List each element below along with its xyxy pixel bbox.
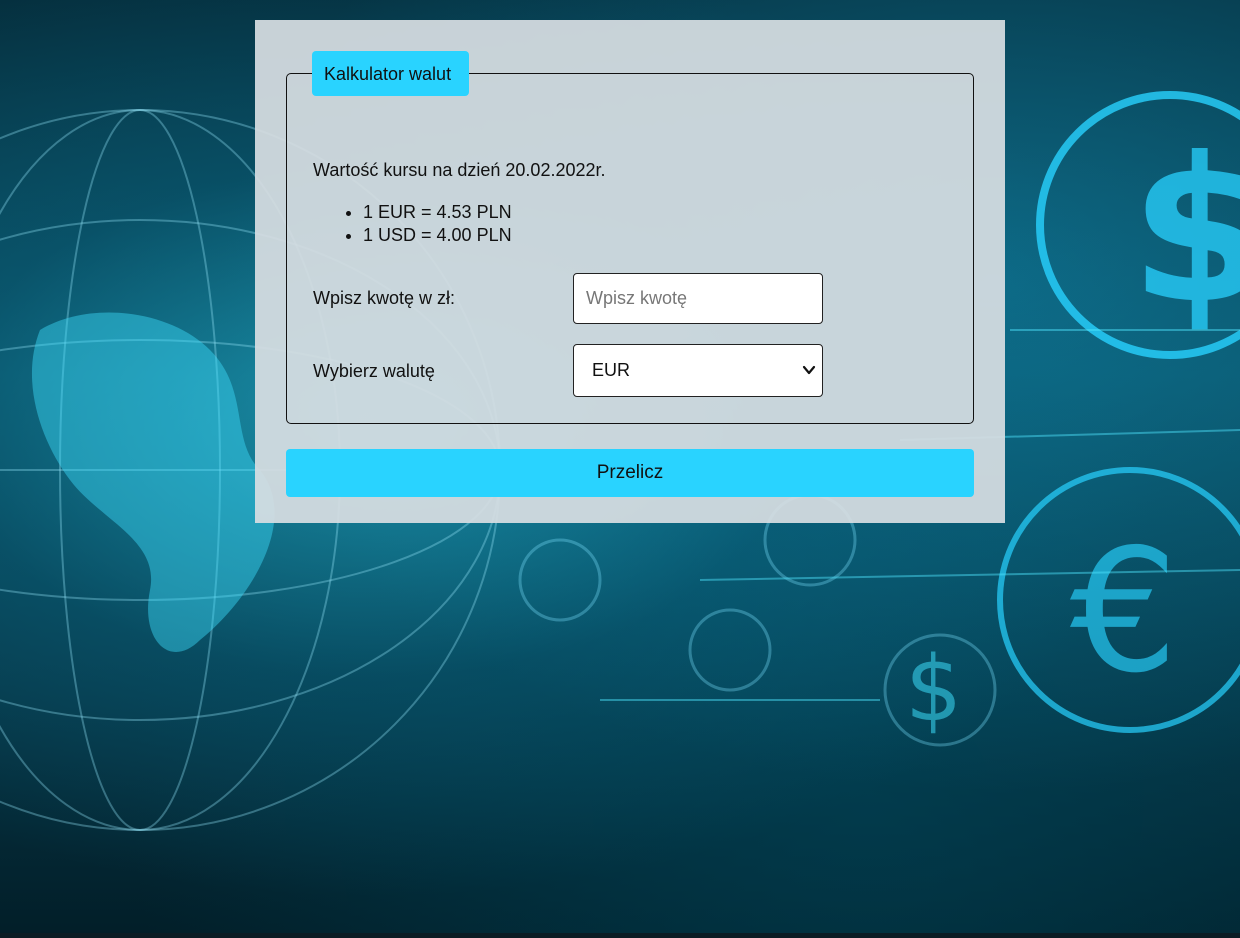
svg-text:€: € — [1070, 513, 1178, 711]
calculator-panel: Kalkulator walut Wartość kursu na dzień … — [255, 20, 1005, 523]
rate-eur: 1 EUR = 4.53 PLN — [363, 201, 512, 224]
rate-usd: 1 USD = 4.00 PLN — [363, 224, 512, 247]
rate-date-text: Wartość kursu na dzień 20.02.2022r. — [313, 160, 606, 180]
rates-list: 1 EUR = 4.53 PLN 1 USD = 4.00 PLN — [313, 201, 512, 247]
calculator-fieldset: Kalkulator walut Wartość kursu na dzień … — [286, 51, 974, 424]
currency-selected-value: EUR — [592, 360, 631, 380]
svg-text:$: $ — [1130, 115, 1240, 348]
currency-label: Wybierz walutę — [313, 361, 435, 381]
bottom-strip — [0, 933, 1240, 938]
currency-select[interactable]: EUR — [573, 344, 823, 397]
chevron-down-icon — [802, 365, 816, 375]
convert-button[interactable]: Przelicz — [286, 449, 974, 497]
calculator-legend: Kalkulator walut — [312, 51, 470, 96]
dollar-small-icon: $ — [905, 637, 962, 742]
amount-label: Wpisz kwotę w zł: — [313, 288, 456, 308]
amount-input[interactable] — [573, 273, 823, 324]
